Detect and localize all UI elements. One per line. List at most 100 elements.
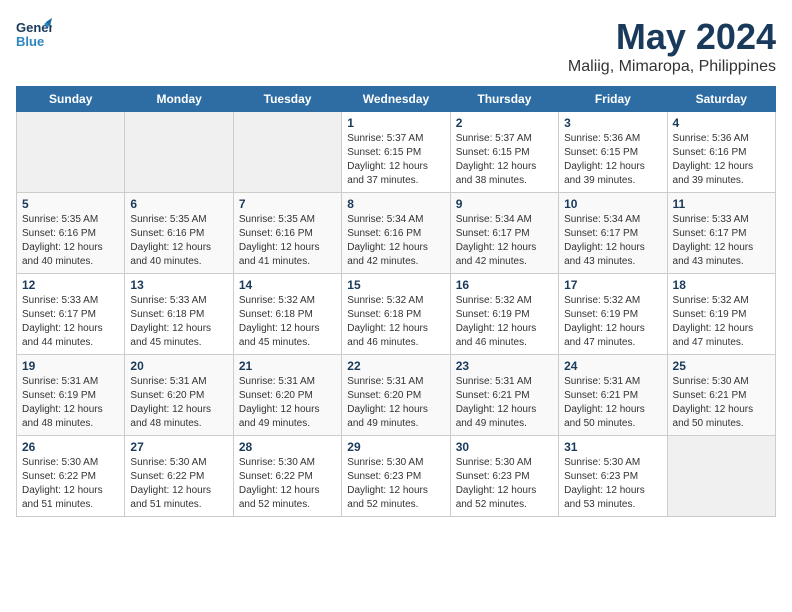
day-info: Sunrise: 5:30 AMSunset: 6:22 PMDaylight:…	[22, 456, 119, 512]
day-number: 23	[456, 359, 553, 373]
day-number: 30	[456, 440, 553, 454]
calendar-cell: 21 Sunrise: 5:31 AMSunset: 6:20 PMDayligh…	[233, 355, 341, 436]
day-number: 16	[456, 278, 553, 292]
svg-text:Blue: Blue	[16, 34, 44, 49]
day-number: 26	[22, 440, 119, 454]
day-number: 21	[239, 359, 336, 373]
calendar-week-4: 19 Sunrise: 5:31 AMSunset: 6:19 PMDayligh…	[17, 355, 776, 436]
calendar-cell: 13 Sunrise: 5:33 AMSunset: 6:18 PMDayligh…	[125, 274, 233, 355]
day-number: 13	[130, 278, 227, 292]
day-number: 25	[673, 359, 770, 373]
calendar-cell: 16 Sunrise: 5:32 AMSunset: 6:19 PMDayligh…	[450, 274, 558, 355]
page-header: General Blue May 2024 Maliig, Mimaropa, …	[16, 16, 776, 76]
day-number: 19	[22, 359, 119, 373]
day-info: Sunrise: 5:31 AMSunset: 6:20 PMDaylight:…	[239, 375, 336, 431]
calendar-cell: 15 Sunrise: 5:32 AMSunset: 6:18 PMDayligh…	[342, 274, 450, 355]
day-info: Sunrise: 5:32 AMSunset: 6:18 PMDaylight:…	[347, 294, 444, 350]
calendar-cell: 7 Sunrise: 5:35 AMSunset: 6:16 PMDaylight…	[233, 193, 341, 274]
calendar-week-2: 5 Sunrise: 5:35 AMSunset: 6:16 PMDaylight…	[17, 193, 776, 274]
day-number: 11	[673, 197, 770, 211]
calendar-cell: 2 Sunrise: 5:37 AMSunset: 6:15 PMDaylight…	[450, 112, 558, 193]
day-info: Sunrise: 5:32 AMSunset: 6:19 PMDaylight:…	[564, 294, 661, 350]
calendar-cell: 17 Sunrise: 5:32 AMSunset: 6:19 PMDayligh…	[559, 274, 667, 355]
weekday-header-friday: Friday	[559, 87, 667, 112]
calendar-cell: 12 Sunrise: 5:33 AMSunset: 6:17 PMDayligh…	[17, 274, 125, 355]
calendar-cell: 4 Sunrise: 5:36 AMSunset: 6:16 PMDaylight…	[667, 112, 775, 193]
day-number: 17	[564, 278, 661, 292]
day-number: 20	[130, 359, 227, 373]
weekday-header-monday: Monday	[125, 87, 233, 112]
calendar-cell: 28Sunrise: 5:30 AMSunset: 6:22 PMDayligh…	[233, 436, 341, 517]
calendar-cell: 10Sunrise: 5:34 AMSunset: 6:17 PMDayligh…	[559, 193, 667, 274]
day-info: Sunrise: 5:31 AMSunset: 6:20 PMDaylight:…	[130, 375, 227, 431]
calendar-header: SundayMondayTuesdayWednesdayThursdayFrid…	[17, 87, 776, 112]
calendar-cell	[17, 112, 125, 193]
calendar-cell: 8 Sunrise: 5:34 AMSunset: 6:16 PMDaylight…	[342, 193, 450, 274]
calendar-cell: 31Sunrise: 5:30 AMSunset: 6:23 PMDayligh…	[559, 436, 667, 517]
day-number: 5	[22, 197, 119, 211]
day-info: Sunrise: 5:35 AMSunset: 6:16 PMDaylight:…	[239, 213, 336, 269]
day-number: 22	[347, 359, 444, 373]
calendar-cell: 6Sunrise: 5:35 AMSunset: 6:16 PMDaylight…	[125, 193, 233, 274]
calendar-cell: 30Sunrise: 5:30 AMSunset: 6:23 PMDayligh…	[450, 436, 558, 517]
logo: General Blue	[16, 16, 52, 52]
calendar-week-3: 12 Sunrise: 5:33 AMSunset: 6:17 PMDayligh…	[17, 274, 776, 355]
calendar-cell: 11 Sunrise: 5:33 AMSunset: 6:17 PMDayligh…	[667, 193, 775, 274]
day-number: 29	[347, 440, 444, 454]
calendar-cell	[233, 112, 341, 193]
day-info: Sunrise: 5:31 AMSunset: 6:19 PMDaylight:…	[22, 375, 119, 431]
day-info: Sunrise: 5:34 AMSunset: 6:16 PMDaylight:…	[347, 213, 444, 269]
day-info: Sunrise: 5:32 AMSunset: 6:19 PMDaylight:…	[673, 294, 770, 350]
day-info: Sunrise: 5:35 AMSunset: 6:16 PMDaylight:…	[22, 213, 119, 269]
day-info: Sunrise: 5:31 AMSunset: 6:20 PMDaylight:…	[347, 375, 444, 431]
logo-icon: General Blue	[16, 16, 52, 52]
day-info: Sunrise: 5:33 AMSunset: 6:17 PMDaylight:…	[673, 213, 770, 269]
calendar-cell: 3 Sunrise: 5:36 AMSunset: 6:15 PMDaylight…	[559, 112, 667, 193]
calendar-cell	[125, 112, 233, 193]
day-number: 8	[347, 197, 444, 211]
calendar-week-1: 1Sunrise: 5:37 AMSunset: 6:15 PMDaylight…	[17, 112, 776, 193]
weekday-header-wednesday: Wednesday	[342, 87, 450, 112]
day-info: Sunrise: 5:36 AMSunset: 6:15 PMDaylight:…	[564, 132, 661, 188]
day-number: 14	[239, 278, 336, 292]
day-number: 9	[456, 197, 553, 211]
day-number: 3	[564, 116, 661, 130]
day-number: 18	[673, 278, 770, 292]
weekday-header-sunday: Sunday	[17, 87, 125, 112]
day-number: 12	[22, 278, 119, 292]
weekday-header-saturday: Saturday	[667, 87, 775, 112]
day-number: 6	[130, 197, 227, 211]
day-number: 15	[347, 278, 444, 292]
day-number: 10	[564, 197, 661, 211]
day-info: Sunrise: 5:30 AMSunset: 6:22 PMDaylight:…	[239, 456, 336, 512]
day-info: Sunrise: 5:30 AMSunset: 6:23 PMDaylight:…	[564, 456, 661, 512]
calendar-cell: 23Sunrise: 5:31 AMSunset: 6:21 PMDayligh…	[450, 355, 558, 436]
calendar-cell: 29 Sunrise: 5:30 AMSunset: 6:23 PMDayligh…	[342, 436, 450, 517]
weekday-header-thursday: Thursday	[450, 87, 558, 112]
day-info: Sunrise: 5:32 AMSunset: 6:18 PMDaylight:…	[239, 294, 336, 350]
weekday-row: SundayMondayTuesdayWednesdayThursdayFrid…	[17, 87, 776, 112]
day-info: Sunrise: 5:33 AMSunset: 6:18 PMDaylight:…	[130, 294, 227, 350]
day-number: 2	[456, 116, 553, 130]
calendar-cell: 19 Sunrise: 5:31 AMSunset: 6:19 PMDayligh…	[17, 355, 125, 436]
calendar-cell: 20 Sunrise: 5:31 AMSunset: 6:20 PMDayligh…	[125, 355, 233, 436]
calendar-cell: 14 Sunrise: 5:32 AMSunset: 6:18 PMDayligh…	[233, 274, 341, 355]
day-info: Sunrise: 5:33 AMSunset: 6:17 PMDaylight:…	[22, 294, 119, 350]
calendar-cell	[667, 436, 775, 517]
day-info: Sunrise: 5:32 AMSunset: 6:19 PMDaylight:…	[456, 294, 553, 350]
calendar-cell: 9Sunrise: 5:34 AMSunset: 6:17 PMDaylight…	[450, 193, 558, 274]
day-info: Sunrise: 5:37 AMSunset: 6:15 PMDaylight:…	[347, 132, 444, 188]
day-info: Sunrise: 5:30 AMSunset: 6:21 PMDaylight:…	[673, 375, 770, 431]
day-number: 4	[673, 116, 770, 130]
day-number: 7	[239, 197, 336, 211]
calendar-body: 1Sunrise: 5:37 AMSunset: 6:15 PMDaylight…	[17, 112, 776, 517]
day-info: Sunrise: 5:37 AMSunset: 6:15 PMDaylight:…	[456, 132, 553, 188]
calendar-cell: 18 Sunrise: 5:32 AMSunset: 6:19 PMDayligh…	[667, 274, 775, 355]
title-block: May 2024 Maliig, Mimaropa, Philippines	[568, 16, 776, 76]
weekday-header-tuesday: Tuesday	[233, 87, 341, 112]
day-info: Sunrise: 5:36 AMSunset: 6:16 PMDaylight:…	[673, 132, 770, 188]
calendar-cell: 27Sunrise: 5:30 AMSunset: 6:22 PMDayligh…	[125, 436, 233, 517]
day-info: Sunrise: 5:30 AMSunset: 6:23 PMDaylight:…	[347, 456, 444, 512]
calendar-cell: 25 Sunrise: 5:30 AMSunset: 6:21 PMDayligh…	[667, 355, 775, 436]
calendar-week-5: 26 Sunrise: 5:30 AMSunset: 6:22 PMDayligh…	[17, 436, 776, 517]
